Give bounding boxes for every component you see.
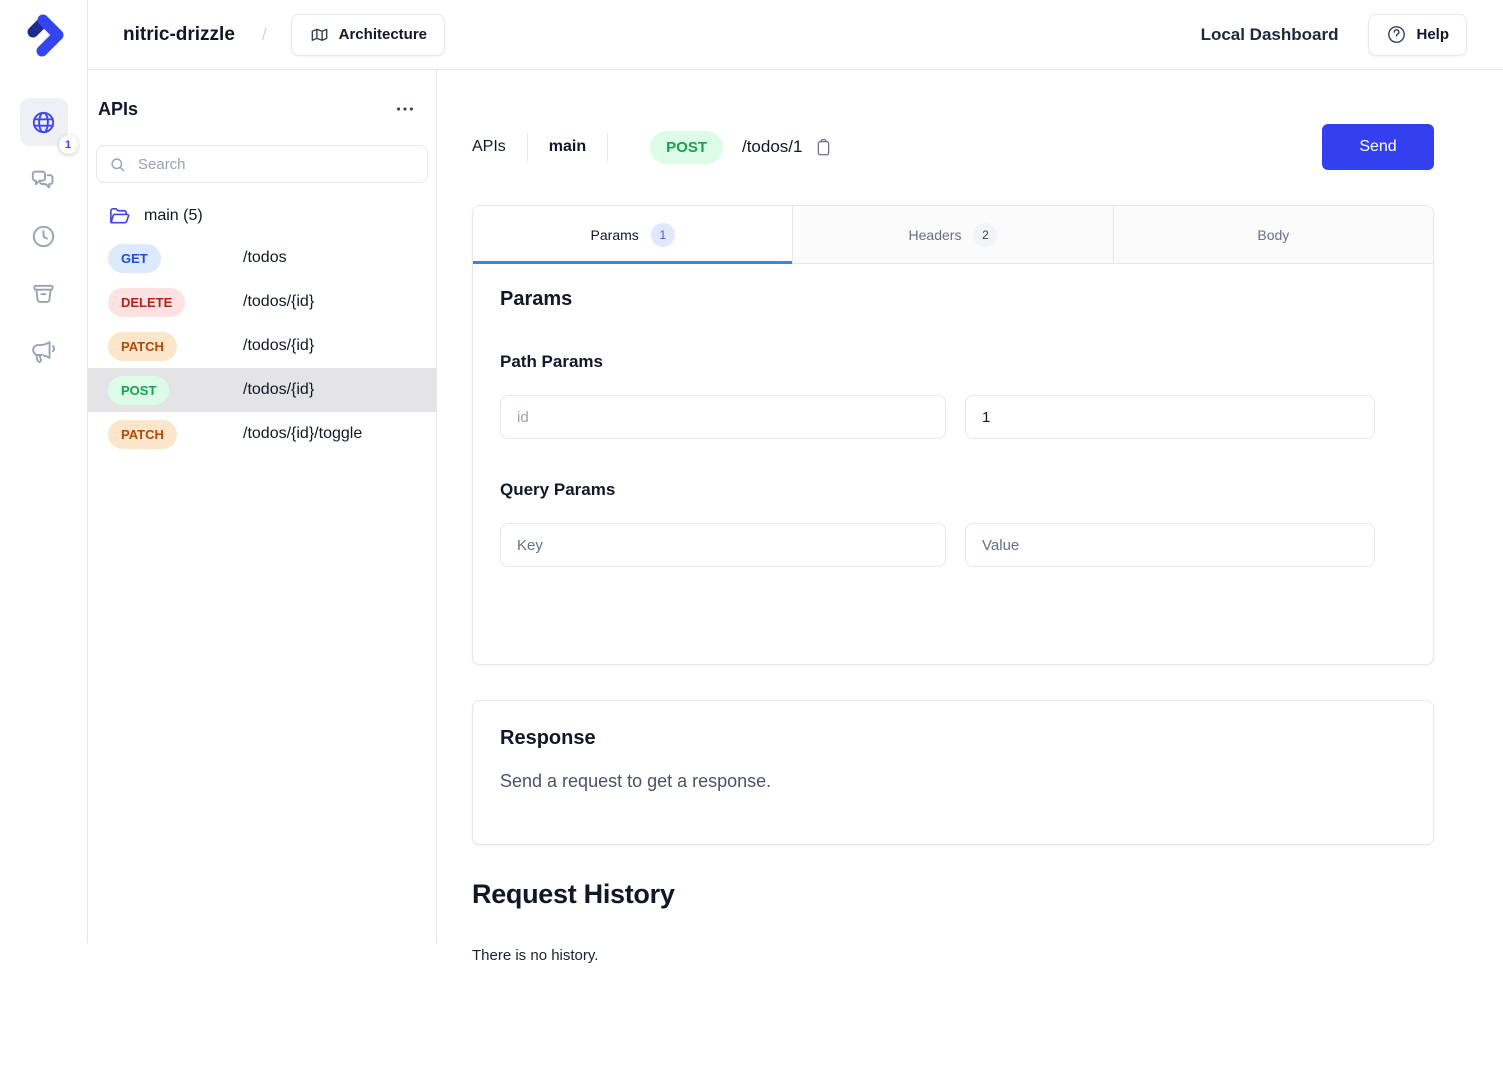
request-path: /todos/1: [742, 137, 803, 157]
endpoint-path: /todos/{id}: [243, 337, 314, 355]
breadcrumb-root: APIs: [472, 138, 506, 156]
ellipsis-icon: [394, 98, 416, 120]
method-badge: DELETE: [108, 288, 185, 317]
megaphone-icon: [30, 337, 57, 364]
request-tabs: Params 1 Headers 2 Body: [473, 206, 1433, 264]
breadcrumb-separator: /: [262, 25, 267, 45]
response-title: Response: [500, 727, 1406, 750]
breadcrumb-divider: [527, 133, 528, 161]
request-header: APIs main POST /todos/1 Send: [472, 124, 1434, 170]
rail-item-storage[interactable]: [20, 269, 68, 317]
rail-item-apis[interactable]: 1: [20, 98, 68, 146]
help-button[interactable]: Help: [1368, 14, 1467, 56]
project-name: nitric-drizzle: [123, 24, 235, 46]
method-badge: PATCH: [108, 420, 177, 449]
clipboard-icon: [814, 138, 833, 157]
tab-headers[interactable]: Headers 2: [792, 206, 1112, 263]
api-group-label: main (5): [144, 207, 203, 225]
sidebar-title: APIs: [98, 99, 138, 120]
rail-item-topics[interactable]: [20, 326, 68, 374]
tab-label: Body: [1257, 227, 1289, 243]
request-card: Params 1 Headers 2 Body Params Path Para…: [472, 205, 1434, 665]
search-icon: [109, 156, 126, 173]
request-history-empty: There is no history.: [472, 947, 1503, 964]
bucket-icon: [30, 280, 57, 307]
globe-icon: [30, 109, 57, 136]
params-title: Params: [500, 288, 1406, 311]
query-param-key-input[interactable]: [500, 523, 946, 567]
breadcrumb-divider: [607, 133, 608, 161]
icon-rail: 1: [0, 0, 88, 943]
request-method-badge: POST: [650, 131, 723, 164]
rail-item-schedules[interactable]: [20, 212, 68, 260]
clock-icon: [30, 223, 57, 250]
endpoint-row[interactable]: PATCH /todos/{id}/toggle: [88, 412, 436, 456]
search-box: [96, 145, 428, 183]
response-card: Response Send a request to get a respons…: [472, 700, 1434, 845]
request-history-title: Request History: [472, 879, 1503, 910]
method-badge: POST: [108, 376, 169, 405]
sidebar-menu-button[interactable]: [392, 94, 418, 124]
response-empty-message: Send a request to get a response.: [500, 771, 1406, 792]
tab-label: Params: [591, 227, 639, 243]
architecture-button[interactable]: Architecture: [291, 14, 445, 56]
folder-open-icon: [108, 205, 131, 228]
api-group-main[interactable]: main (5): [88, 196, 436, 236]
tab-label: Headers: [909, 227, 962, 243]
tab-params[interactable]: Params 1: [473, 206, 792, 263]
endpoint-row[interactable]: PATCH /todos/{id}: [88, 324, 436, 368]
main-content: APIs main POST /todos/1 Send Params 1 He…: [437, 70, 1503, 1090]
path-param-key-input[interactable]: [500, 395, 946, 439]
apis-count-badge: 1: [59, 135, 78, 154]
question-circle-icon: [1386, 24, 1407, 45]
top-header: nitric-drizzle / Architecture Local Dash…: [88, 0, 1503, 70]
query-params-row: [500, 523, 1406, 567]
rail-item-websockets[interactable]: [20, 155, 68, 203]
query-params-title: Query Params: [500, 480, 1406, 500]
tab-count-badge: 1: [651, 223, 675, 247]
endpoint-path: /todos/{id}: [243, 381, 314, 399]
query-param-value-input[interactable]: [965, 523, 1375, 567]
endpoint-row[interactable]: DELETE /todos/{id}: [88, 280, 436, 324]
architecture-label: Architecture: [339, 26, 427, 43]
apis-sidebar: APIs main (5) GET /todos: [88, 70, 437, 943]
local-dashboard-label: Local Dashboard: [1201, 25, 1339, 45]
search-input[interactable]: [136, 155, 415, 174]
tab-count-badge: 2: [973, 223, 997, 247]
map-icon: [309, 24, 330, 45]
endpoint-path: /todos/{id}/toggle: [243, 425, 362, 443]
nitric-logo: [20, 11, 68, 59]
endpoint-row-selected[interactable]: POST /todos/{id}: [88, 368, 436, 412]
path-params-row: [500, 395, 1406, 439]
endpoint-path: /todos/{id}: [243, 293, 314, 311]
path-params-title: Path Params: [500, 352, 1406, 372]
send-button[interactable]: Send: [1322, 124, 1434, 170]
help-label: Help: [1416, 26, 1449, 43]
breadcrumb-api: main: [549, 138, 586, 156]
tab-body[interactable]: Body: [1113, 206, 1433, 263]
copy-path-button[interactable]: [812, 136, 835, 159]
endpoint-path: /todos: [243, 249, 287, 267]
path-param-value-input[interactable]: [965, 395, 1375, 439]
method-badge: GET: [108, 244, 161, 273]
chat-bubbles-icon: [30, 166, 57, 193]
endpoint-row[interactable]: GET /todos: [88, 236, 436, 280]
method-badge: PATCH: [108, 332, 177, 361]
